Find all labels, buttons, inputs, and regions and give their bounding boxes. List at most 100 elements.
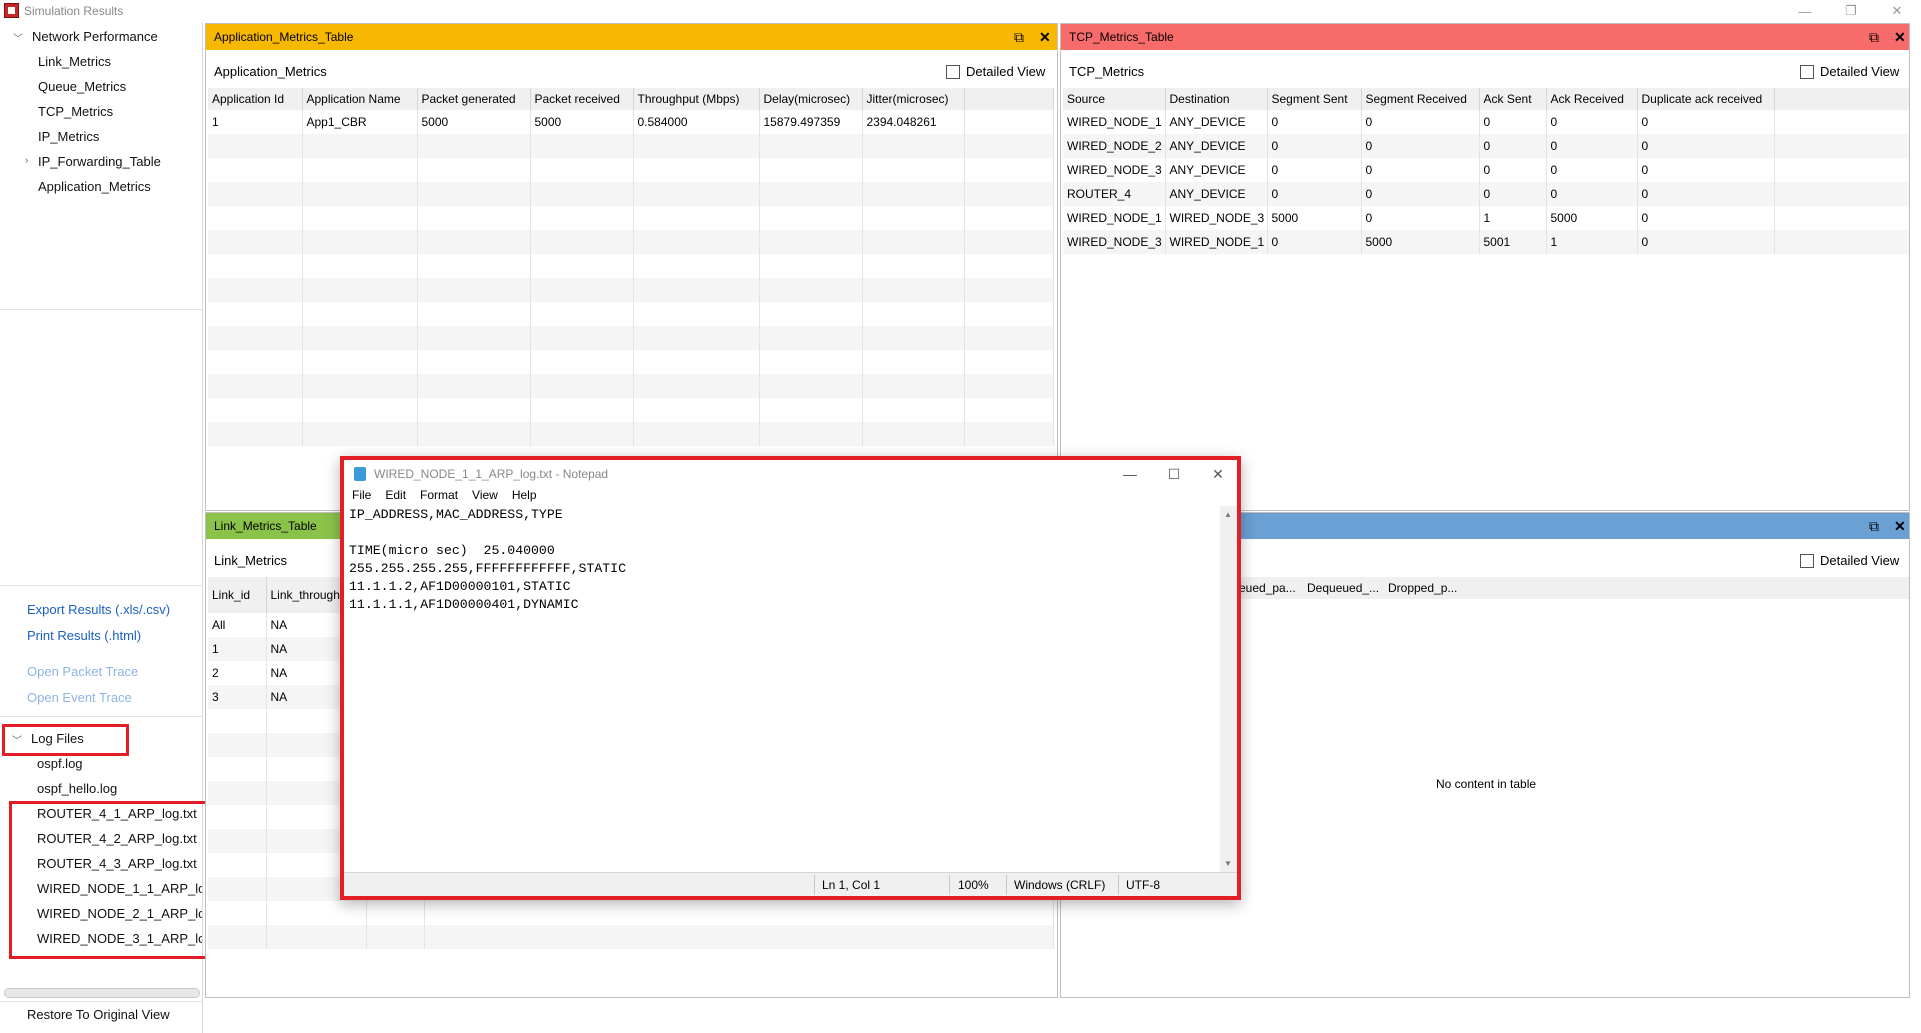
scroll-up-icon[interactable]: ▲ <box>1224 510 1232 519</box>
log-file-item[interactable]: ospf.log <box>37 756 83 771</box>
checkbox[interactable] <box>946 64 960 79</box>
cell: 0 <box>1479 182 1547 206</box>
table-row <box>208 901 1054 925</box>
cell: 0 <box>1267 182 1362 206</box>
column-header[interactable]: Source <box>1063 88 1166 110</box>
export-results-link[interactable]: Export Results (.xls/.csv) <box>27 602 170 617</box>
sidebar: ﹀ Network Performance Link_Metrics Queue… <box>0 22 221 1033</box>
tcp-metrics-panel: TCP_Metrics_Table ⧉ ✕ TCP_Metrics Detail… <box>1060 23 1910 511</box>
column-header[interactable]: Application Id <box>208 88 303 110</box>
checkbox[interactable] <box>1800 553 1814 568</box>
close-button[interactable]: ✕ <box>1874 0 1920 22</box>
table-row <box>208 326 1054 350</box>
panel-title: Link_Metrics_Table <box>214 519 317 533</box>
minimize-button[interactable]: — <box>1782 0 1828 22</box>
table-row[interactable]: WIRED_NODE_2 ANY_DEVICE 0 0 0 0 0 <box>1063 134 1909 158</box>
cell: 0 <box>1361 182 1480 206</box>
app-icon <box>4 3 19 18</box>
table-row[interactable]: WIRED_NODE_3 ANY_DEVICE 0 0 0 0 0 <box>1063 158 1909 182</box>
restore-panel-icon[interactable]: ⧉ <box>1014 29 1024 46</box>
column-header[interactable]: Application Name <box>302 88 418 110</box>
column-header[interactable]: Destination <box>1165 88 1268 110</box>
cell: 5000 <box>417 110 531 134</box>
checkbox[interactable] <box>1800 64 1814 79</box>
column-header[interactable]: Ack Received <box>1546 88 1638 110</box>
open-event-trace-link[interactable]: Open Event Trace <box>27 690 132 705</box>
table-row[interactable]: ROUTER_4 ANY_DEVICE 0 0 0 0 0 <box>1063 182 1909 206</box>
menu-help[interactable]: Help <box>512 488 537 506</box>
restore-button[interactable]: ❐ <box>1828 0 1874 22</box>
menu-view[interactable]: View <box>472 488 498 506</box>
column-header[interactable]: Duplicate ack received <box>1637 88 1775 110</box>
table-header-row: Source Destination Segment Sent Segment … <box>1063 88 1909 110</box>
print-results-link[interactable]: Print Results (.html) <box>27 628 141 643</box>
menu-edit[interactable]: Edit <box>385 488 406 506</box>
open-packet-trace-link[interactable]: Open Packet Trace <box>27 664 138 679</box>
table-row[interactable]: 1 App1_CBR 5000 5000 0.584000 15879.4973… <box>208 110 1054 134</box>
close-panel-icon[interactable]: ✕ <box>1894 29 1906 46</box>
restore-panel-icon[interactable]: ⧉ <box>1869 518 1879 535</box>
cell: 3 <box>208 685 267 709</box>
chevron-right-icon[interactable]: › <box>25 155 28 166</box>
close-icon[interactable]: ✕ <box>1196 462 1240 486</box>
menu-format[interactable]: Format <box>420 488 458 506</box>
tree-item-queue-metrics[interactable]: Queue_Metrics <box>38 79 126 94</box>
scroll-down-icon[interactable]: ▼ <box>1224 859 1232 868</box>
column-header[interactable]: Segment Sent <box>1267 88 1362 110</box>
close-panel-icon[interactable]: ✕ <box>1894 518 1906 535</box>
column-header[interactable]: Segment Received <box>1361 88 1480 110</box>
minimize-icon[interactable]: — <box>1108 462 1152 486</box>
tree-item-ip-forwarding-table[interactable]: IP_Forwarding_Table <box>38 154 161 169</box>
panel-title: TCP_Metrics_Table <box>1069 30 1174 44</box>
cell: 0 <box>1267 230 1362 254</box>
notepad-window[interactable]: WIRED_NODE_1_1_ARP_log.txt - Notepad — ☐… <box>340 456 1241 900</box>
detailed-view-toggle[interactable]: Detailed View <box>1800 64 1899 79</box>
column-header[interactable]: Jitter(microsec) <box>862 88 965 110</box>
horizontal-scrollbar[interactable] <box>4 988 200 998</box>
detailed-view-toggle[interactable]: Detailed View <box>946 64 1045 79</box>
column-header[interactable]: Packet received <box>530 88 634 110</box>
cell: ANY_DEVICE <box>1165 110 1268 134</box>
column-header[interactable]: eued_pa... <box>1239 581 1317 595</box>
cell: 0 <box>1546 158 1638 182</box>
maximize-icon[interactable]: ☐ <box>1152 462 1196 486</box>
line-ending: Windows (CRLF) <box>1014 878 1106 892</box>
application-metrics-table: Application Id Application Name Packet g… <box>208 88 1054 446</box>
vertical-scrollbar[interactable]: ▲ ▼ <box>1220 506 1237 872</box>
tree-item-link-metrics[interactable]: Link_Metrics <box>38 54 111 69</box>
column-header[interactable]: Packet generated <box>417 88 531 110</box>
restore-original-view-button[interactable]: Restore To Original View <box>27 1007 170 1022</box>
cell: 0 <box>1361 158 1480 182</box>
tree-item-tcp-metrics[interactable]: TCP_Metrics <box>38 104 113 119</box>
table-row[interactable]: WIRED_NODE_1 ANY_DEVICE 0 0 0 0 0 <box>1063 110 1909 134</box>
cell: ANY_DEVICE <box>1165 134 1268 158</box>
detailed-view-toggle[interactable]: Detailed View <box>1800 553 1899 568</box>
tree-item-ip-metrics[interactable]: IP_Metrics <box>38 129 99 144</box>
table-row[interactable]: WIRED_NODE_3 WIRED_NODE_1 0 5000 5001 1 0 <box>1063 230 1909 254</box>
restore-panel-icon[interactable]: ⧉ <box>1869 29 1879 46</box>
tree-item-application-metrics[interactable]: Application_Metrics <box>38 179 151 194</box>
notepad-statusbar: Ln 1, Col 1 100% Windows (CRLF) UTF-8 <box>344 872 1237 896</box>
column-header[interactable]: Dequeued_... <box>1307 581 1387 595</box>
column-header[interactable]: Ack Sent <box>1479 88 1547 110</box>
cell: 0 <box>1637 182 1775 206</box>
column-header[interactable]: Link_id <box>208 577 267 613</box>
divider <box>1118 875 1119 895</box>
application-metrics-panel: Application_Metrics_Table ⧉ ✕ Applicatio… <box>205 23 1058 511</box>
column-header[interactable]: Throughput (Mbps) <box>633 88 760 110</box>
cell: 0 <box>1267 158 1362 182</box>
notepad-titlebar[interactable]: WIRED_NODE_1_1_ARP_log.txt - Notepad — ☐… <box>344 460 1237 488</box>
cell: 0 <box>1637 134 1775 158</box>
notepad-text-area[interactable]: IP_ADDRESS,MAC_ADDRESS,TYPE TIME(micro s… <box>347 506 1222 872</box>
menu-file[interactable]: File <box>352 488 371 506</box>
table-row[interactable]: WIRED_NODE_1 WIRED_NODE_3 5000 0 1 5000 0 <box>1063 206 1909 230</box>
cell: WIRED_NODE_3 <box>1063 230 1166 254</box>
close-panel-icon[interactable]: ✕ <box>1039 29 1051 46</box>
column-header[interactable]: Delay(microsec) <box>759 88 863 110</box>
tree-root-network-performance[interactable]: Network Performance <box>32 29 158 44</box>
column-header[interactable]: Dropped_p... <box>1388 581 1468 595</box>
cell: 0 <box>1637 230 1775 254</box>
notepad-menubar: File Edit Format View Help <box>344 488 1237 506</box>
log-file-item[interactable]: ospf_hello.log <box>37 781 117 796</box>
chevron-down-icon[interactable]: ﹀ <box>13 30 23 45</box>
